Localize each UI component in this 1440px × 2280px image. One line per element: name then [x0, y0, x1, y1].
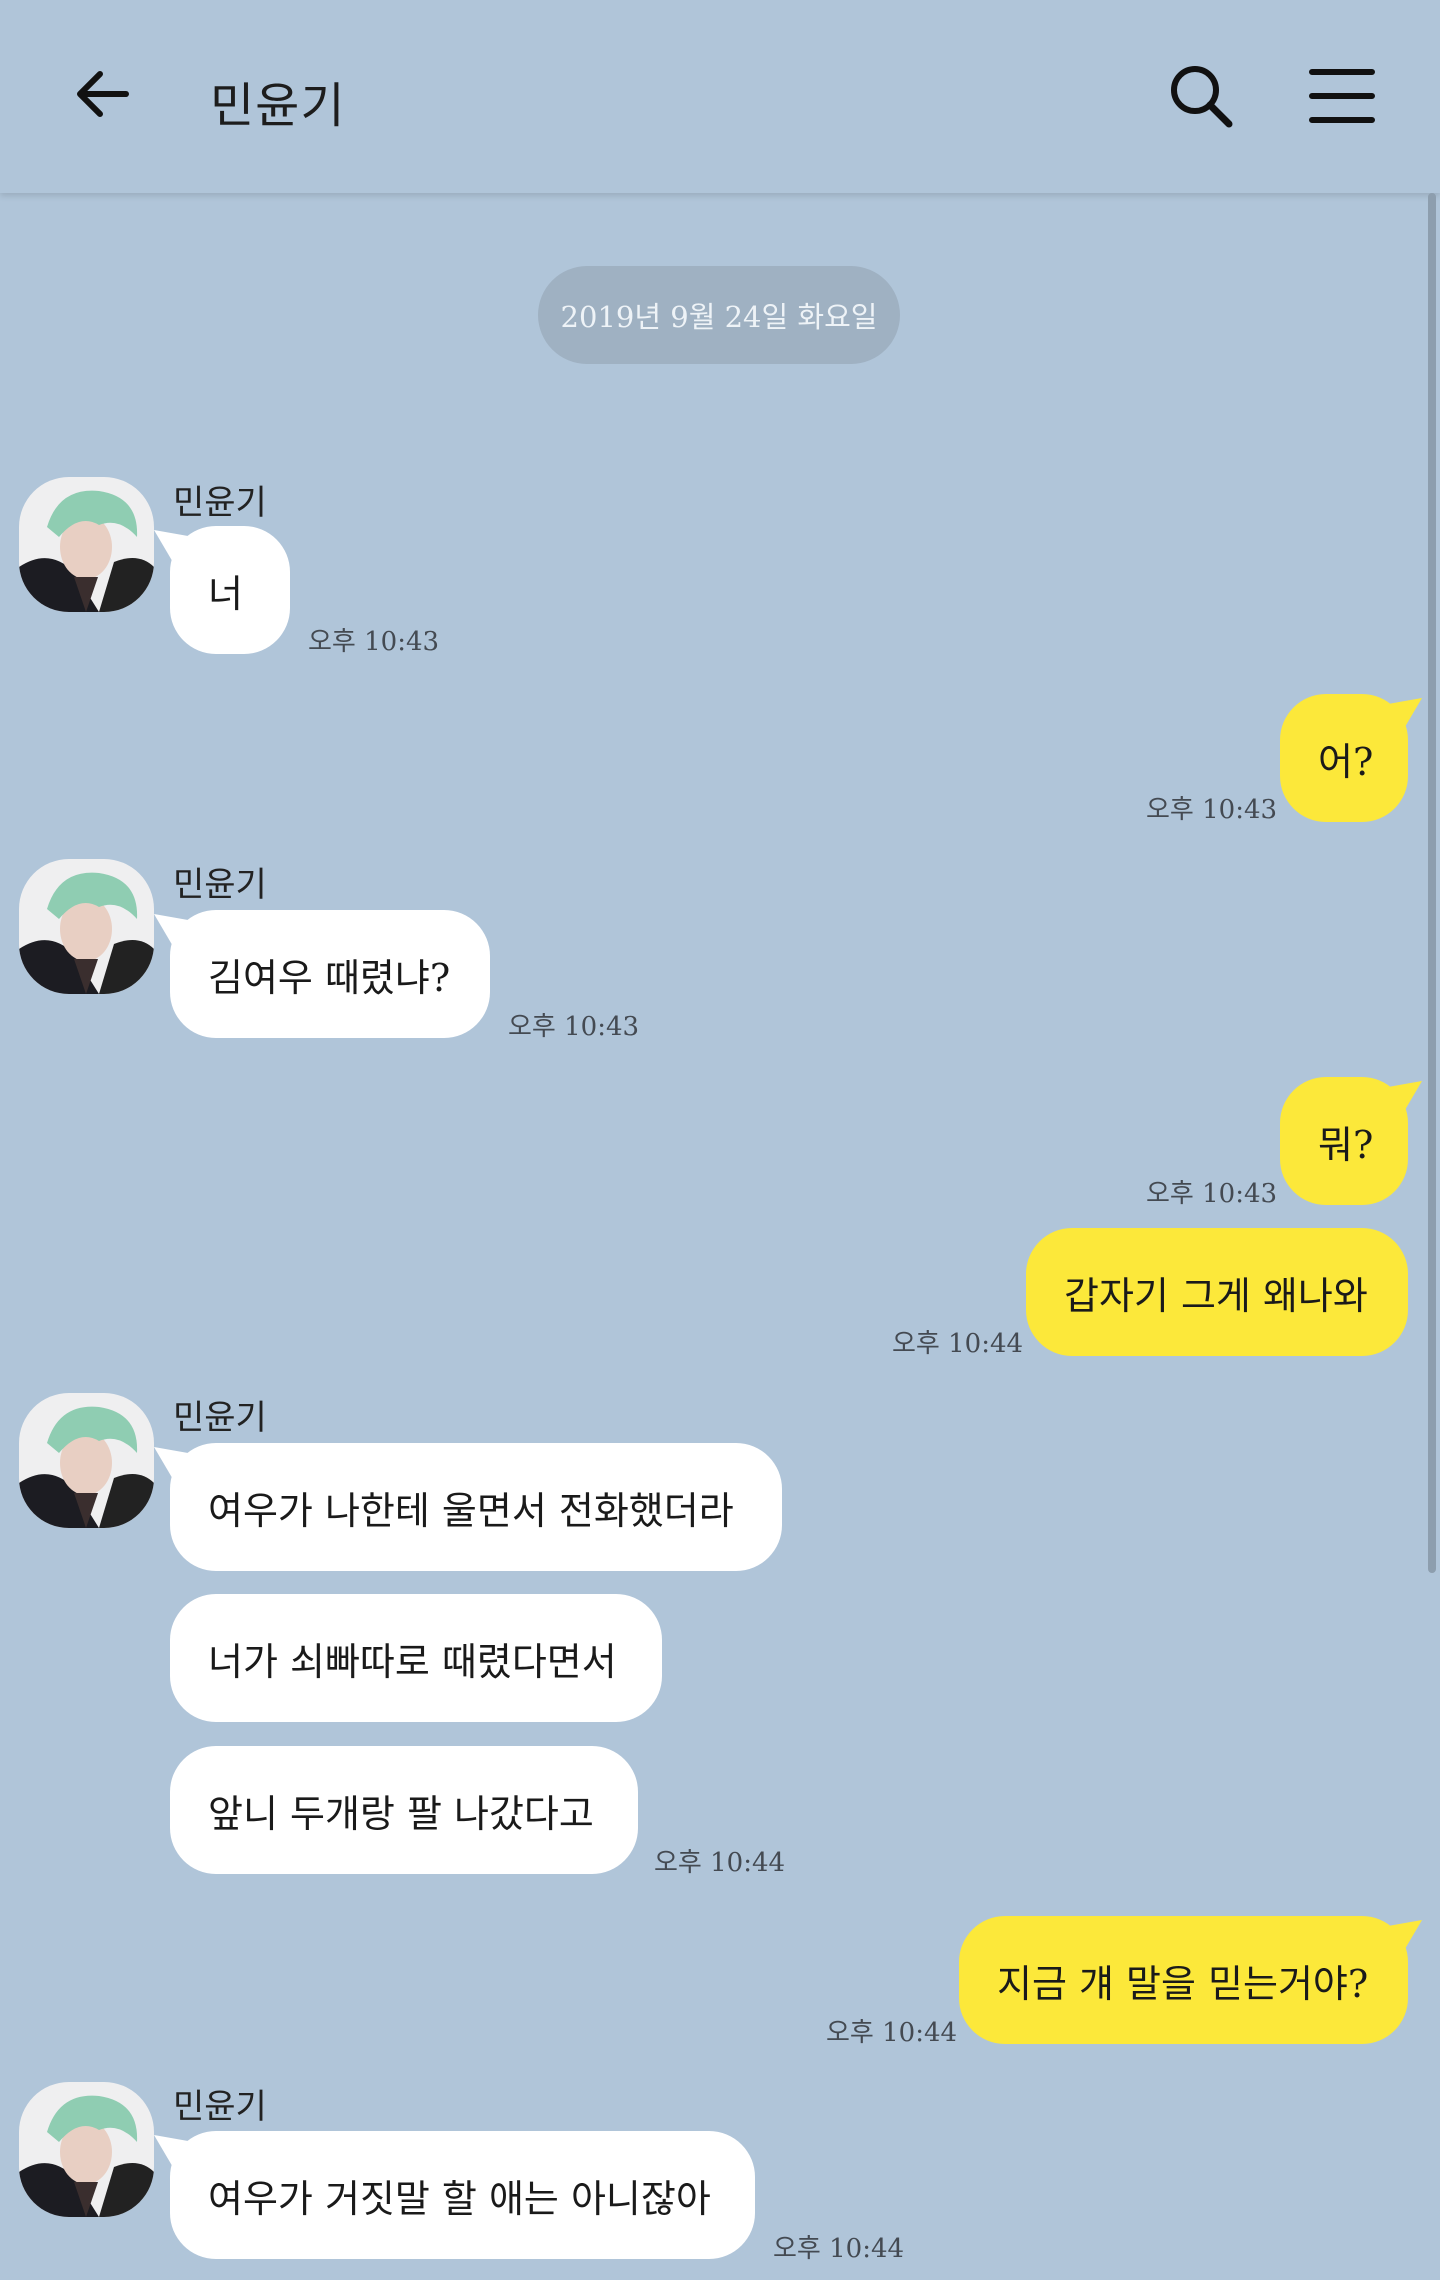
message-text: 너 [208, 571, 243, 616]
outgoing-message-bubble[interactable]: 갑자기 그게 왜나와 [1026, 1228, 1408, 1356]
message-text: 여우가 거짓말 할 애는 아니잖아 [208, 2176, 711, 2221]
incoming-message-bubble[interactable]: 여우가 거짓말 할 애는 아니잖아 [154, 2131, 755, 2259]
message-time: 오후 10:43 [1146, 1179, 1278, 1209]
profile-photo [19, 2082, 154, 2217]
incoming-message-bubble[interactable]: 너가 쇠빠따로 때렸다면서 [170, 1594, 662, 1722]
message-text: 지금 걔 말을 믿는거야? [997, 1961, 1369, 2006]
message-time: 오후 10:44 [654, 1848, 786, 1878]
bubble-tail [1388, 698, 1422, 732]
profile-photo [19, 859, 154, 994]
message-text: 어? [1318, 739, 1374, 784]
chat-header: 민윤기 [0, 0, 1440, 193]
incoming-message-bubble[interactable]: 너 [154, 526, 290, 654]
avatar[interactable] [19, 2082, 154, 2217]
message-time: 오후 10:44 [773, 2234, 905, 2264]
message-time: 오후 10:43 [1146, 795, 1278, 825]
message-time: 오후 10:44 [892, 1329, 1024, 1359]
message-time: 오후 10:44 [826, 2018, 958, 2048]
bubble-tail [1388, 1081, 1422, 1115]
arrow-left-icon[interactable] [70, 62, 134, 126]
avatar[interactable] [19, 477, 154, 612]
outgoing-message-bubble[interactable]: 지금 걔 말을 믿는거야? [959, 1916, 1422, 2044]
profile-photo [19, 1393, 154, 1528]
hamburger-menu-icon[interactable] [1308, 62, 1376, 130]
sender-name: 민윤기 [173, 1398, 267, 1438]
date-divider: 2019년 9월 24일 화요일 [538, 266, 900, 364]
message-time: 오후 10:43 [308, 627, 440, 657]
incoming-message-bubble[interactable]: 김여우 때렸냐? [154, 910, 490, 1038]
search-icon[interactable] [1165, 60, 1237, 132]
scrollbar[interactable] [1428, 193, 1436, 1573]
message-text: 갑자기 그게 왜나와 [1064, 1273, 1368, 1318]
bubble-tail [1388, 1920, 1422, 1954]
sender-name: 민윤기 [173, 483, 267, 523]
incoming-message-bubble[interactable]: 앞니 두개랑 팔 나갔다고 [170, 1746, 638, 1874]
profile-photo [19, 477, 154, 612]
message-text: 너가 쇠빠따로 때렸다면서 [208, 1639, 617, 1684]
outgoing-message-bubble[interactable]: 어? [1280, 694, 1422, 822]
message-text: 여우가 나한테 울면서 전화했더라 [208, 1488, 734, 1533]
message-text: 김여우 때렸냐? [208, 955, 451, 1000]
message-text: 뭐? [1318, 1122, 1374, 1167]
incoming-message-bubble[interactable]: 여우가 나한테 울면서 전화했더라 [154, 1443, 782, 1571]
sender-name: 민윤기 [173, 2087, 267, 2127]
sender-name: 민윤기 [173, 865, 267, 905]
message-time: 오후 10:43 [508, 1012, 640, 1042]
avatar[interactable] [19, 859, 154, 994]
chat-title: 민윤기 [210, 78, 346, 134]
bubble-tail [154, 530, 188, 564]
bubble-tail [154, 1447, 188, 1481]
message-text: 앞니 두개랑 팔 나갔다고 [208, 1791, 594, 1836]
bubble-tail [154, 2135, 188, 2169]
avatar[interactable] [19, 1393, 154, 1528]
outgoing-message-bubble[interactable]: 뭐? [1280, 1077, 1422, 1205]
bubble-tail [154, 914, 188, 948]
